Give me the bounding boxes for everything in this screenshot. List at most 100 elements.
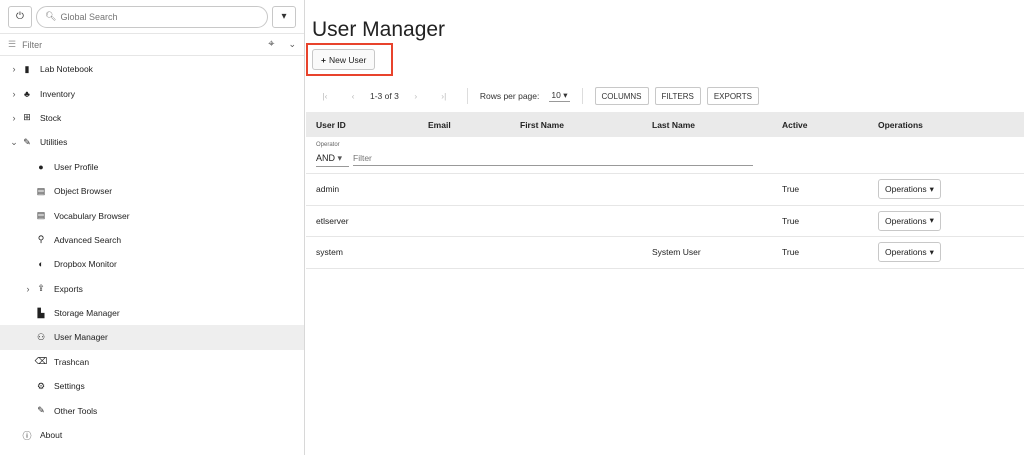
power-icon: ⏻ xyxy=(16,11,24,22)
sidebar-item-storage-manager[interactable]: ▙ Storage Manager xyxy=(0,301,304,325)
sidebar-item-about[interactable]: ⓘ About xyxy=(0,423,304,447)
operator-select[interactable]: AND ▾ xyxy=(316,153,349,167)
search-dropdown-button[interactable]: ▾ xyxy=(272,5,296,28)
table-row: system System User True Operations ▾ xyxy=(306,237,1024,269)
cart-icon: ⊞ xyxy=(23,112,31,123)
table-header: User ID Email First Name Last Name Activ… xyxy=(306,112,1024,137)
column-header-email[interactable]: Email xyxy=(428,120,451,130)
sidebar-item-label: Stock xyxy=(40,112,62,123)
table-row: admin True Operations ▾ xyxy=(306,174,1024,206)
sidebar-item-settings[interactable]: ⚙ Settings xyxy=(0,374,304,398)
chevron-right-icon[interactable]: › xyxy=(8,89,20,99)
chevron-right-icon[interactable]: › xyxy=(8,64,20,74)
chevron-down-icon: ▾ xyxy=(563,90,568,100)
chevron-right-icon[interactable]: › xyxy=(22,284,34,294)
sidebar-item-other-tools[interactable]: ✎ Other Tools xyxy=(0,398,304,422)
filter-row: Operator AND ▾ xyxy=(306,137,1024,174)
filter-icon: ☰ xyxy=(8,39,17,49)
filters-button[interactable]: FILTERS xyxy=(654,87,701,105)
locate-icon[interactable]: ⌖ xyxy=(268,38,274,51)
sidebar-filter-input[interactable] xyxy=(22,39,263,50)
sidebar-item-utilities[interactable]: ⌄ ✎ Utilities xyxy=(0,130,304,154)
column-header-active[interactable]: Active xyxy=(782,120,808,130)
sidebar-item-label: Dropbox Monitor xyxy=(54,259,117,270)
top-bar: ⏻ 🔍︎ ▾ xyxy=(0,0,304,34)
chevron-down-icon[interactable]: ⌄ xyxy=(8,137,20,148)
sidebar-item-inventory[interactable]: › ♣ Inventory xyxy=(0,81,304,105)
rows-per-page-select[interactable]: 10 ▾ xyxy=(549,90,570,102)
sidebar-item-label: Settings xyxy=(54,381,85,392)
first-page-icon[interactable]: |‹ xyxy=(314,91,336,101)
operator-label: Operator xyxy=(316,142,340,148)
operations-button[interactable]: Operations ▾ xyxy=(878,179,941,199)
caret-down-icon: ▾ xyxy=(929,183,934,194)
exports-button[interactable]: EXPORTS xyxy=(706,87,759,105)
table-filter-input[interactable] xyxy=(353,153,753,166)
wrench-icon: ✎ xyxy=(23,136,31,147)
operations-button[interactable]: Operations ▾ xyxy=(878,242,941,262)
column-header-user-id[interactable]: User ID xyxy=(316,120,346,130)
rows-per-page-label: Rows per page: xyxy=(479,91,540,101)
wrench-icon: ✎ xyxy=(37,405,45,416)
sidebar-item-dropbox-monitor[interactable]: ◐ Dropbox Monitor xyxy=(0,252,304,276)
chevron-down-icon: ▾ xyxy=(337,153,343,163)
sidebar-item-user-profile[interactable]: ● User Profile xyxy=(0,155,304,179)
cell-active: True xyxy=(782,215,800,226)
global-search[interactable]: 🔍︎ xyxy=(36,5,268,28)
sidebar-item-label: Storage Manager xyxy=(54,308,120,319)
sidebar-nav: › ▮ Lab Notebook › ♣ Inventory › ⊞ Stock ⌄ ✎ Uti… xyxy=(0,57,304,447)
global-search-input[interactable] xyxy=(60,11,259,22)
prev-page-icon[interactable]: ‹ xyxy=(342,91,364,101)
sidebar-item-exports[interactable]: › ⇪ Exports xyxy=(0,277,304,301)
power-button[interactable]: ⏻ xyxy=(8,5,32,28)
column-header-last-name[interactable]: Last Name xyxy=(652,120,695,130)
sidebar-item-label: Exports xyxy=(54,283,83,294)
operations-button[interactable]: Operations ▾ xyxy=(878,210,941,231)
pagination-range: 1-3 of 3 xyxy=(370,91,399,101)
sidebar-item-label: User Manager xyxy=(54,332,108,343)
notebook-icon: ▮ xyxy=(24,63,30,74)
new-user-label: New User xyxy=(328,54,367,65)
sidebar-item-label: Lab Notebook xyxy=(40,64,93,75)
sidebar-item-stock[interactable]: › ⊞ Stock xyxy=(0,106,304,130)
gear-icon: ⚙ xyxy=(36,380,46,391)
column-header-first-name[interactable]: First Name xyxy=(520,120,564,130)
cell-last-name: System User xyxy=(652,247,701,258)
sidebar-item-user-manager[interactable]: ⚇ User Manager xyxy=(0,325,304,350)
columns-button[interactable]: COLUMNS xyxy=(594,87,649,105)
new-user-button[interactable]: + New User xyxy=(312,49,376,70)
dashboard-icon: ◐ xyxy=(38,259,44,270)
sidebar-item-trashcan[interactable]: ⌫ Trashcan xyxy=(0,350,304,374)
cell-user-id: admin xyxy=(316,184,340,195)
list-icon: ▤ xyxy=(36,210,46,221)
sidebar-item-label: Advanced Search xyxy=(54,234,122,245)
plus-icon: + xyxy=(321,54,326,65)
column-header-operations: Operations xyxy=(878,119,923,130)
page-title: User Manager xyxy=(312,18,446,41)
chevron-right-icon[interactable]: › xyxy=(8,113,20,123)
last-page-icon[interactable]: ›| xyxy=(433,91,455,101)
sidebar-item-lab-notebook[interactable]: › ▮ Lab Notebook xyxy=(0,57,304,81)
cell-active: True xyxy=(782,247,800,258)
operations-label: Operations xyxy=(885,247,927,257)
users-table: User ID Email First Name Last Name Activ… xyxy=(306,112,1024,269)
operations-label: Operations xyxy=(885,184,927,194)
collapse-all-icon[interactable]: ⌄ xyxy=(288,39,296,50)
next-page-icon[interactable]: › xyxy=(405,91,427,101)
table-toolbar: |‹ ‹ 1-3 of 3 › ›| Rows per page: 10 ▾ C… xyxy=(306,84,1024,108)
list-icon: ▤ xyxy=(36,185,46,196)
caret-down-icon: ▾ xyxy=(929,215,934,225)
sidebar-item-object-browser[interactable]: ▤ Object Browser xyxy=(0,179,304,203)
sidebar-item-label: Trashcan xyxy=(54,356,90,367)
export-icon: ⇪ xyxy=(37,283,45,294)
sidebar-item-advanced-search[interactable]: ⚲ Advanced Search xyxy=(0,228,304,252)
trash-icon: ⌫ xyxy=(34,356,48,367)
sidebar-item-vocabulary-browser[interactable]: ▤ Vocabulary Browser xyxy=(0,203,304,227)
operator-value: AND xyxy=(316,153,336,163)
sidebar-item-label: Inventory xyxy=(40,88,75,99)
sidebar: ⏻ 🔍︎ ▾ ☰ ⌖ ⌄ ›▮Lab Notebook ›♣Inventory … xyxy=(0,0,305,455)
cell-user-id: system xyxy=(316,247,343,258)
main-content: User Manager + New User |‹ ‹ 1-3 of 3 › … xyxy=(306,0,1024,455)
sidebar-item-label: Other Tools xyxy=(54,405,98,416)
sidebar-item-label: Utilities xyxy=(40,137,68,148)
